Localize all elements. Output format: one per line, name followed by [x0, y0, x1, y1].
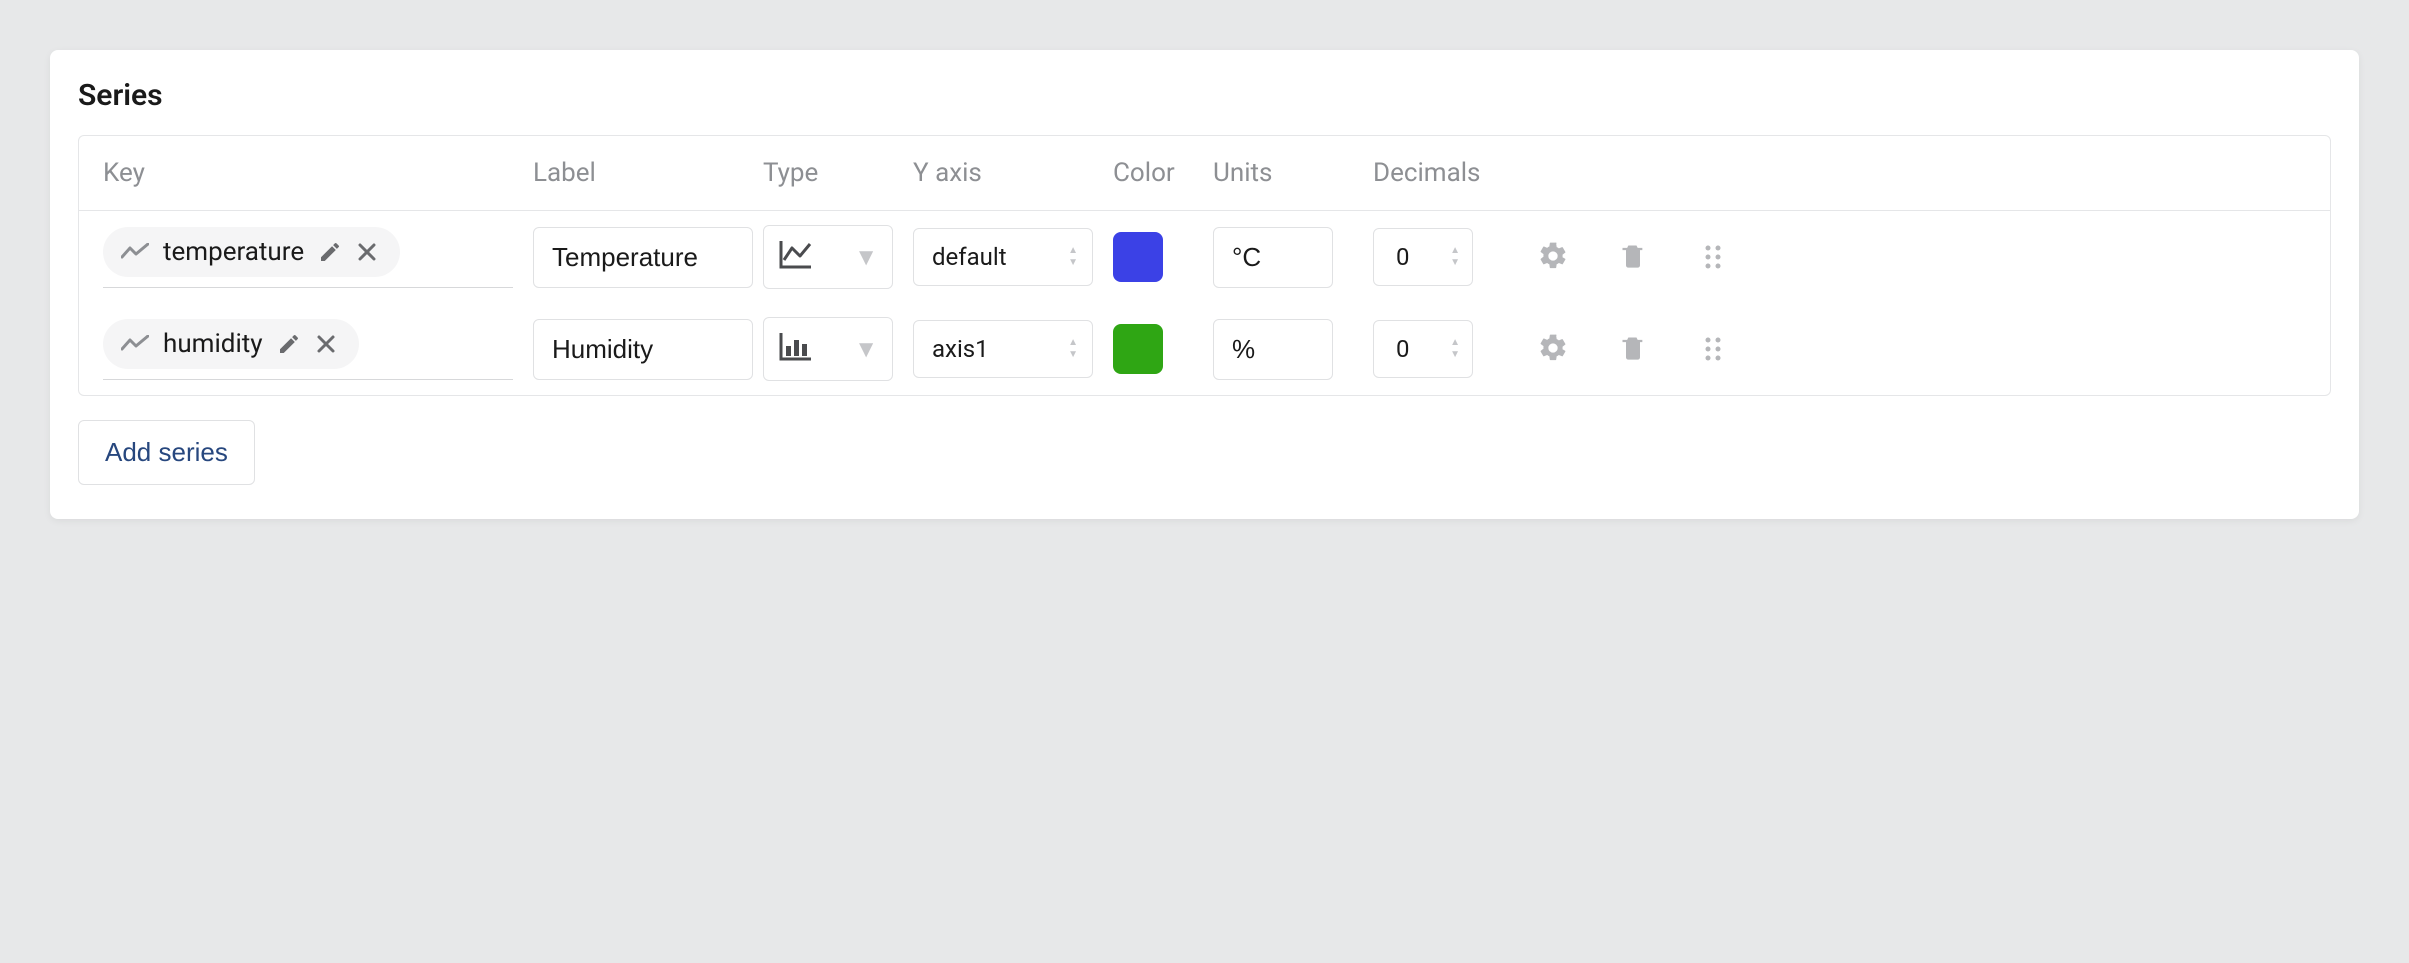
col-decimals: Decimals: [1373, 158, 1533, 188]
series-key-chip[interactable]: temperature: [103, 227, 400, 277]
stepper-icon: ▲▼: [1068, 339, 1078, 359]
series-yaxis-value: axis1: [932, 335, 989, 363]
series-key-text: humidity: [163, 329, 263, 359]
series-units-input[interactable]: [1213, 227, 1333, 288]
series-decimals-stepper[interactable]: 0 ▲▼: [1373, 320, 1473, 378]
col-yaxis: Y axis: [913, 158, 1113, 188]
drag-handle-icon[interactable]: [1693, 329, 1733, 369]
bar-chart-icon: [778, 330, 814, 368]
col-label: Label: [533, 158, 763, 188]
stepper-icon: ▲▼: [1450, 247, 1460, 267]
series-key-text: temperature: [163, 237, 304, 267]
series-decimals-value: 0: [1396, 243, 1410, 271]
series-color-swatch[interactable]: [1113, 232, 1163, 282]
stepper-icon: ▲▼: [1450, 339, 1460, 359]
series-type-select[interactable]: ▼: [763, 225, 893, 289]
trash-icon[interactable]: [1613, 236, 1653, 276]
trash-icon[interactable]: [1613, 328, 1653, 368]
stepper-icon: ▲▼: [1068, 247, 1078, 267]
series-decimals-stepper[interactable]: 0 ▲▼: [1373, 228, 1473, 286]
series-label-input[interactable]: [533, 319, 753, 380]
series-decimals-value: 0: [1396, 335, 1410, 363]
gear-icon[interactable]: [1533, 236, 1573, 276]
series-yaxis-select[interactable]: default ▲▼: [913, 228, 1093, 286]
timeseries-icon: [121, 335, 149, 353]
line-chart-icon: [778, 238, 814, 276]
table-row: humidity: [79, 303, 2330, 395]
close-icon[interactable]: [315, 333, 337, 355]
pencil-icon[interactable]: [318, 240, 342, 264]
series-card: Series Key Label Type Y axis Color Units…: [50, 50, 2359, 519]
drag-handle-icon[interactable]: [1693, 237, 1733, 277]
card-title: Series: [78, 78, 2331, 113]
timeseries-icon: [121, 243, 149, 261]
series-type-select[interactable]: ▼: [763, 317, 893, 381]
gear-icon[interactable]: [1533, 328, 1573, 368]
series-key-chip[interactable]: humidity: [103, 319, 359, 369]
col-color: Color: [1113, 158, 1213, 188]
table-header: Key Label Type Y axis Color Units Decima…: [79, 136, 2330, 211]
series-table: Key Label Type Y axis Color Units Decima…: [78, 135, 2331, 396]
col-key: Key: [103, 158, 533, 188]
pencil-icon[interactable]: [277, 332, 301, 356]
col-units: Units: [1213, 158, 1373, 188]
table-row: temperature: [79, 211, 2330, 303]
caret-down-icon: ▼: [854, 243, 878, 272]
series-color-swatch[interactable]: [1113, 324, 1163, 374]
series-yaxis-value: default: [932, 243, 1007, 271]
caret-down-icon: ▼: [854, 335, 878, 364]
add-series-button[interactable]: Add series: [78, 420, 255, 485]
series-label-input[interactable]: [533, 227, 753, 288]
close-icon[interactable]: [356, 241, 378, 263]
col-type: Type: [763, 158, 913, 188]
series-yaxis-select[interactable]: axis1 ▲▼: [913, 320, 1093, 378]
series-units-input[interactable]: [1213, 319, 1333, 380]
